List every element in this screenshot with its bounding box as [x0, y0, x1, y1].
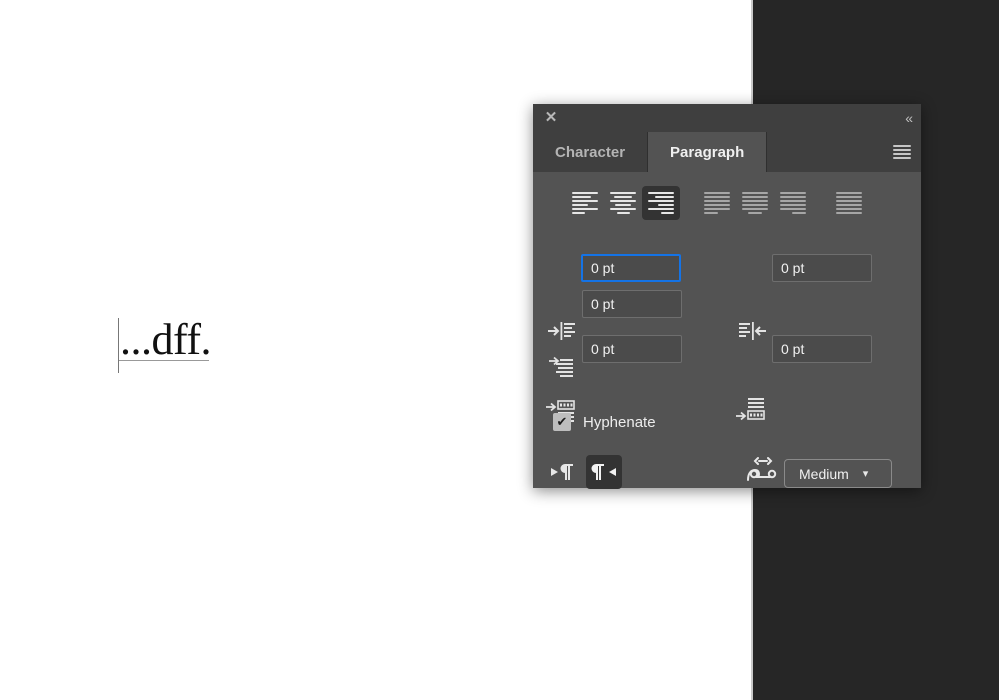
- justify-last-right-button[interactable]: [774, 186, 812, 220]
- close-icon[interactable]: ✕: [542, 109, 560, 127]
- justify-last-center-button[interactable]: [736, 186, 774, 220]
- hyphenate-label: Hyphenate: [583, 413, 656, 431]
- align-center-icon: [610, 192, 636, 214]
- text-cursor-caret: [118, 318, 119, 373]
- justify-all-button[interactable]: [830, 186, 868, 220]
- space-after-input[interactable]: [772, 335, 872, 363]
- align-left-button[interactable]: [566, 186, 604, 220]
- indent-first-line-input[interactable]: [582, 290, 682, 318]
- canvas-text-object[interactable]: ...dff.: [118, 315, 212, 373]
- glyph-spacing-dropdown[interactable]: Medium ▾: [784, 459, 892, 488]
- justify-last-right-icon: [780, 192, 806, 214]
- paragraph-ltr-icon: [551, 464, 573, 480]
- panel-titlebar[interactable]: ✕ «: [533, 104, 921, 132]
- indent-right-icon: [737, 318, 767, 344]
- align-left-icon: [572, 192, 598, 214]
- hamburger-menu-icon[interactable]: [891, 143, 913, 161]
- panel-tab-strip[interactable]: Character Paragraph: [533, 132, 921, 172]
- double-chevron-left-icon[interactable]: «: [905, 108, 913, 128]
- menu-line: [893, 149, 911, 151]
- glyph-spacing-value: Medium: [799, 465, 849, 482]
- space-after-paragraph-icon: [735, 396, 765, 422]
- hyphenate-checkbox[interactable]: ✔: [553, 413, 571, 431]
- align-right-button[interactable]: [642, 186, 680, 220]
- paragraph-direction-ltr-button[interactable]: [545, 455, 581, 489]
- align-right-icon: [648, 192, 674, 214]
- paragraph-rtl-icon: [591, 464, 616, 480]
- tab-paragraph[interactable]: Paragraph: [648, 132, 768, 172]
- justify-all-icon: [836, 192, 862, 214]
- indent-first-line-icon: [547, 354, 577, 380]
- text-baseline-guide: [119, 360, 209, 361]
- space-before-input[interactable]: [582, 335, 682, 363]
- menu-line: [893, 145, 911, 147]
- paragraph-panel-body: Medium ▾ ✔ Hyphenate: [533, 172, 921, 489]
- canvas-text-content: ...dff.: [120, 315, 212, 364]
- menu-line: [893, 153, 911, 155]
- glyph-spacing-icon: [743, 454, 779, 488]
- indent-right-input[interactable]: [772, 254, 872, 282]
- alignment-button-group: [566, 186, 868, 220]
- chevron-down-icon: ▾: [862, 468, 869, 480]
- indent-left-icon: [547, 318, 577, 344]
- justify-last-left-button[interactable]: [698, 186, 736, 220]
- paragraph-direction-rtl-button[interactable]: [586, 455, 622, 489]
- justify-last-center-icon: [742, 192, 768, 214]
- tab-character[interactable]: Character: [533, 132, 649, 172]
- justify-last-left-icon: [704, 192, 730, 214]
- hyphenate-checkbox-row[interactable]: ✔ Hyphenate: [553, 413, 656, 431]
- menu-line: [893, 157, 911, 159]
- align-center-button[interactable]: [604, 186, 642, 220]
- indent-left-input[interactable]: [581, 254, 681, 282]
